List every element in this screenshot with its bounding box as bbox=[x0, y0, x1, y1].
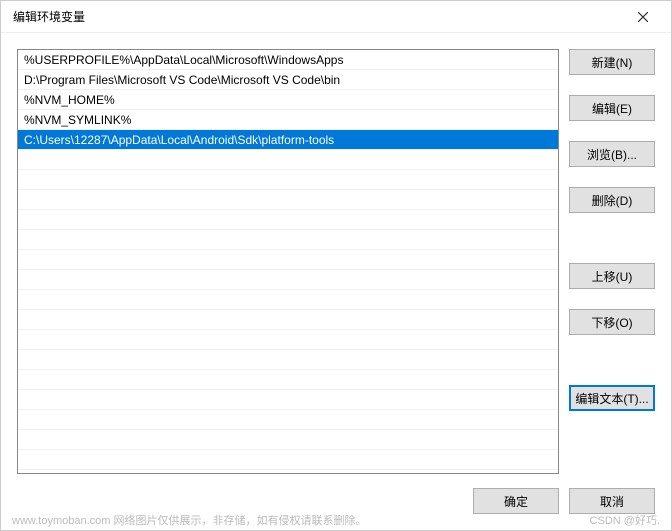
cancel-button[interactable]: 取消 bbox=[569, 488, 655, 514]
list-item[interactable]: . bbox=[18, 390, 558, 410]
list-item[interactable]: . bbox=[18, 350, 558, 370]
movedown-button[interactable]: 下移(O) bbox=[569, 309, 655, 335]
list-item[interactable]: . bbox=[18, 250, 558, 270]
list-item[interactable]: . bbox=[18, 290, 558, 310]
list-item[interactable]: . bbox=[18, 310, 558, 330]
list-item[interactable]: %NVM_HOME% bbox=[18, 90, 558, 110]
list-item[interactable]: . bbox=[18, 190, 558, 210]
dialog-content: %USERPROFILE%\AppData\Local\Microsoft\Wi… bbox=[1, 33, 671, 530]
list-item[interactable]: %USERPROFILE%\AppData\Local\Microsoft\Wi… bbox=[18, 50, 558, 70]
delete-button[interactable]: 删除(D) bbox=[569, 187, 655, 213]
titlebar: 编辑环境变量 bbox=[1, 1, 671, 33]
moveup-button[interactable]: 上移(U) bbox=[569, 263, 655, 289]
list-item[interactable]: . bbox=[18, 170, 558, 190]
bottom-row: 确定 取消 bbox=[17, 488, 655, 514]
list-item[interactable]: . bbox=[18, 450, 558, 470]
list-item[interactable]: . bbox=[18, 210, 558, 230]
button-column: 新建(N) 编辑(E) 浏览(B)... 删除(D) 上移(U) 下移(O) 编… bbox=[569, 49, 655, 474]
watermark-right: CSDN @好巧. bbox=[590, 512, 660, 528]
list-item[interactable]: . bbox=[18, 370, 558, 390]
dialog-title: 编辑环境变量 bbox=[13, 8, 85, 25]
browse-button[interactable]: 浏览(B)... bbox=[569, 141, 655, 167]
list-item[interactable]: %NVM_SYMLINK% bbox=[18, 110, 558, 130]
list-item[interactable]: . bbox=[18, 430, 558, 450]
list-item[interactable]: C:\Users\12287\AppData\Local\Android\Sdk… bbox=[18, 130, 558, 150]
edittext-button[interactable]: 编辑文本(T)... bbox=[569, 385, 655, 411]
watermark-left: www.toymoban.com 网络图片仅供展示，非存储，如有侵权请联系删除。 bbox=[12, 512, 366, 528]
main-row: %USERPROFILE%\AppData\Local\Microsoft\Wi… bbox=[17, 49, 655, 474]
list-item[interactable]: . bbox=[18, 230, 558, 250]
list-item[interactable]: . bbox=[18, 270, 558, 290]
list-item[interactable]: . bbox=[18, 330, 558, 350]
list-item[interactable]: D:\Program Files\Microsoft VS Code\Micro… bbox=[18, 70, 558, 90]
list-item[interactable]: . bbox=[18, 150, 558, 170]
list-item[interactable]: . bbox=[18, 410, 558, 430]
edit-button[interactable]: 编辑(E) bbox=[569, 95, 655, 121]
env-var-dialog: 编辑环境变量 %USERPROFILE%\AppData\Local\Micro… bbox=[0, 0, 672, 531]
new-button[interactable]: 新建(N) bbox=[569, 49, 655, 75]
close-icon[interactable] bbox=[625, 3, 661, 31]
path-list[interactable]: %USERPROFILE%\AppData\Local\Microsoft\Wi… bbox=[17, 49, 559, 474]
ok-button[interactable]: 确定 bbox=[473, 488, 559, 514]
